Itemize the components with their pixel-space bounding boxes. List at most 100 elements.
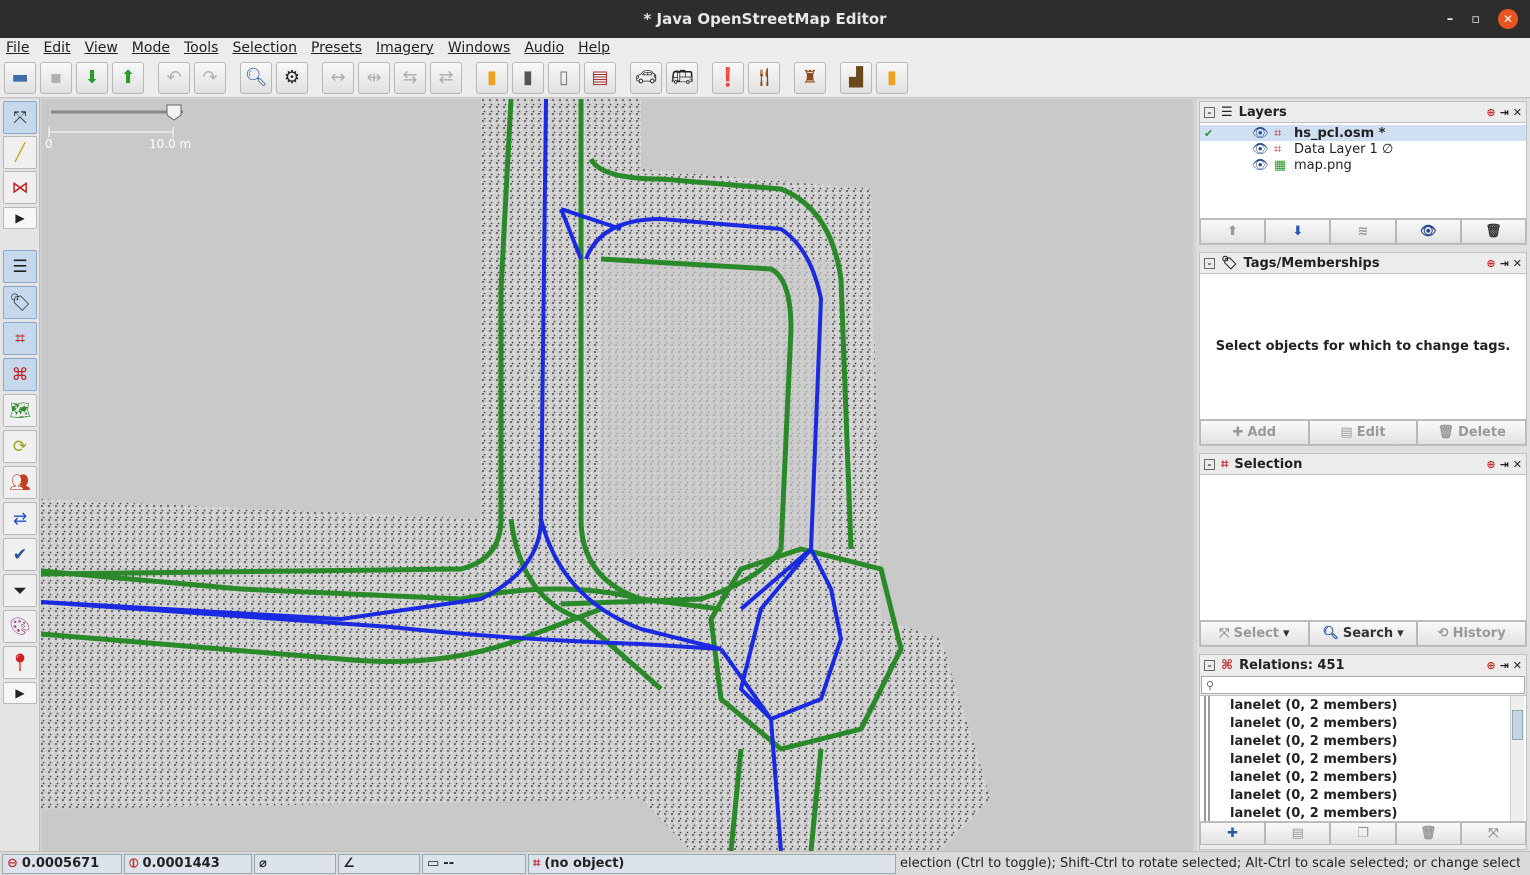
- conflicts-button[interactable]: ⇄: [3, 502, 37, 535]
- align-button[interactable]: ↔: [322, 61, 354, 94]
- map-canvas[interactable]: [41, 99, 1193, 851]
- preferences-button[interactable]: ⚙: [276, 61, 308, 94]
- authors-button[interactable]: 👥︎: [3, 466, 37, 499]
- new-relation-button[interactable]: ✚: [1200, 822, 1266, 845]
- visibility-eye-icon[interactable]: 👁︎: [1252, 126, 1269, 141]
- more-modes-button[interactable]: ▶: [3, 207, 37, 229]
- open-file-button[interactable]: ▬: [4, 61, 36, 94]
- visibility-button[interactable]: 👁︎: [1395, 219, 1461, 244]
- visibility-eye-icon[interactable]: 👁︎: [1252, 142, 1269, 157]
- map-view[interactable]: 0 10.0 m: [41, 99, 1193, 851]
- menu-mode[interactable]: Mode: [132, 40, 170, 56]
- preset-castle-button[interactable]: ♜: [794, 61, 826, 94]
- validation-button[interactable]: ✔: [3, 538, 37, 571]
- history-button[interactable]: ⟲ History: [1417, 621, 1527, 646]
- preset-highway-button[interactable]: ▮: [876, 61, 908, 94]
- layers-toggle-button[interactable]: ☰: [3, 250, 37, 283]
- delete-relation-button[interactable]: 🗑︎: [1395, 822, 1461, 845]
- redo-button[interactable]: ↷: [194, 61, 226, 94]
- close-panel-icon[interactable]: ✕: [1513, 659, 1522, 672]
- close-panel-icon[interactable]: ✕: [1513, 458, 1522, 471]
- improve-way-button[interactable]: ⋈: [3, 171, 37, 204]
- layer-row[interactable]: 👁︎ ⌗ Data Layer 1 ∅: [1200, 141, 1526, 157]
- preset-road-button[interactable]: ▮: [476, 61, 508, 94]
- relation-item[interactable]: lanelet (0, 2 members): [1204, 786, 1526, 804]
- close-panel-icon[interactable]: ✕: [1513, 257, 1522, 270]
- help-icon[interactable]: ⊕: [1486, 458, 1495, 471]
- delete-tag-button[interactable]: 🗑︎ Delete: [1417, 420, 1527, 445]
- edit-tag-button[interactable]: ▤ Edit: [1308, 420, 1418, 445]
- maximize-button[interactable]: ▫: [1471, 12, 1480, 27]
- preset-food-button[interactable]: 🍴︎: [748, 61, 780, 94]
- select-dropdown-button[interactable]: ⤧ Select ▾: [1200, 621, 1309, 646]
- visibility-eye-icon[interactable]: 👁︎: [1252, 158, 1269, 173]
- preset-emergency-button[interactable]: ❗: [712, 61, 744, 94]
- close-panel-icon[interactable]: ✕: [1513, 106, 1522, 119]
- menu-file[interactable]: File: [6, 40, 29, 56]
- collapse-icon[interactable]: –: [1204, 458, 1215, 470]
- menu-presets[interactable]: Presets: [311, 40, 362, 56]
- delete-layer-button[interactable]: 🗑︎: [1460, 219, 1527, 244]
- split-button[interactable]: ⇹: [358, 61, 390, 94]
- minimize-button[interactable]: –: [1447, 12, 1454, 27]
- map-style-button[interactable]: 🎨︎: [3, 610, 37, 643]
- selection-toggle-button[interactable]: ⌗: [3, 322, 37, 355]
- collapse-icon[interactable]: –: [1204, 659, 1215, 671]
- relation-item[interactable]: lanelet (0, 2 members): [1204, 750, 1526, 768]
- menu-selection[interactable]: Selection: [232, 40, 297, 56]
- search-dropdown-button[interactable]: 🔍︎ Search ▾: [1308, 621, 1418, 646]
- layer-row[interactable]: 👁︎ ▦ map.png: [1200, 157, 1526, 173]
- menu-view[interactable]: View: [85, 40, 118, 56]
- changesets-button[interactable]: ⟳: [3, 430, 37, 463]
- draw-mode-button[interactable]: ╱: [3, 136, 37, 169]
- help-icon[interactable]: ⊕: [1486, 257, 1495, 270]
- close-button[interactable]: ✕: [1498, 9, 1518, 29]
- scrollbar-thumb[interactable]: [1512, 710, 1523, 740]
- upload-button[interactable]: ⬆: [112, 61, 144, 94]
- undo-button[interactable]: ↶: [158, 61, 190, 94]
- relations-filter-input[interactable]: ⚲: [1201, 676, 1525, 694]
- add-tag-button[interactable]: ✚ Add: [1200, 420, 1309, 445]
- download-button[interactable]: ⬇: [76, 61, 108, 94]
- map-paint-button[interactable]: 🗺︎: [3, 394, 37, 427]
- detach-icon[interactable]: ⇥: [1500, 106, 1509, 119]
- notes-button[interactable]: 📍︎: [3, 646, 37, 679]
- preset-industrial-button[interactable]: ▟: [840, 61, 872, 94]
- menu-tools[interactable]: Tools: [184, 40, 219, 56]
- relation-item[interactable]: lanelet (0, 2 members): [1204, 696, 1526, 714]
- combine-button[interactable]: ⇆: [394, 61, 426, 94]
- select-mode-button[interactable]: ⤧: [3, 101, 37, 134]
- relation-item[interactable]: lanelet (0, 2 members): [1204, 714, 1526, 732]
- selection-list[interactable]: [1200, 474, 1526, 620]
- edit-relation-button[interactable]: ▤: [1265, 822, 1331, 845]
- menu-edit[interactable]: Edit: [43, 40, 70, 56]
- search-button[interactable]: 🔍︎: [240, 61, 272, 94]
- detach-icon[interactable]: ⇥: [1500, 659, 1509, 672]
- detach-icon[interactable]: ⇥: [1500, 257, 1509, 270]
- relations-toggle-button[interactable]: ⌘: [3, 358, 37, 391]
- relation-item[interactable]: lanelet (0, 2 members): [1204, 732, 1526, 750]
- layer-row[interactable]: ✔ 👁︎ ⌗ hs_pcl.osm *: [1200, 125, 1526, 141]
- save-button[interactable]: ▪: [40, 61, 72, 94]
- move-up-button[interactable]: ⬆: [1200, 219, 1266, 244]
- collapse-icon[interactable]: –: [1204, 106, 1215, 118]
- relations-scrollbar[interactable]: [1510, 696, 1524, 821]
- collapse-icon[interactable]: –: [1204, 257, 1215, 269]
- menu-imagery[interactable]: Imagery: [376, 40, 434, 56]
- relation-item[interactable]: lanelet (0, 2 members): [1204, 804, 1526, 821]
- duplicate-relation-button[interactable]: ❐: [1330, 822, 1396, 845]
- move-down-button[interactable]: ⬇: [1265, 219, 1331, 244]
- relation-item[interactable]: lanelet (0, 2 members): [1204, 768, 1526, 786]
- reverse-button[interactable]: ⇄: [430, 61, 462, 94]
- menu-audio[interactable]: Audio: [524, 40, 564, 56]
- menu-help[interactable]: Help: [578, 40, 610, 56]
- detach-icon[interactable]: ⇥: [1500, 458, 1509, 471]
- menu-windows[interactable]: Windows: [448, 40, 511, 56]
- preset-path-button[interactable]: ▯: [548, 61, 580, 94]
- preset-barrier-button[interactable]: ▤: [584, 61, 616, 94]
- merge-button[interactable]: ≋: [1330, 219, 1396, 244]
- help-icon[interactable]: ⊕: [1486, 659, 1495, 672]
- more-toggles-button[interactable]: ▶: [3, 682, 37, 704]
- preset-street-button[interactable]: ▮: [512, 61, 544, 94]
- preset-car-button[interactable]: 🚗︎: [630, 61, 662, 94]
